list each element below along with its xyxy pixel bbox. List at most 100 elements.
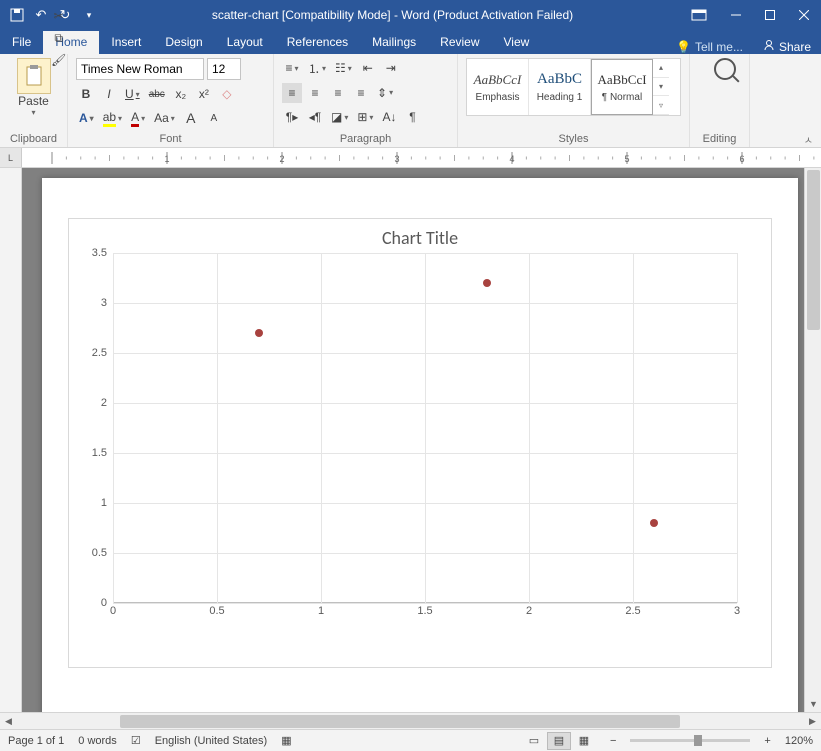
style-name: ¶ Normal [602,92,642,103]
tab-selector[interactable]: L [0,148,22,167]
show-marks-button[interactable]: ¶ [402,107,422,127]
qat-customize-icon[interactable]: ▾ [78,4,100,26]
y-tick: 1.5 [92,447,113,459]
shrink-font-button[interactable]: A [204,108,224,128]
italic-button[interactable]: I [99,84,119,104]
ruler-horizontal[interactable]: L 1234567 [0,148,821,168]
styles-gallery-more[interactable]: ▴▾▿ [653,59,669,115]
decrease-indent-button[interactable]: ⇤ [358,58,378,78]
web-layout-button[interactable]: ▦ [572,732,596,750]
vertical-scrollbar[interactable]: ▲ ▼ [804,168,821,712]
justify-button[interactable]: ≡ [351,83,371,103]
spellcheck-icon[interactable]: ☑ [131,734,141,747]
borders-button[interactable]: ⊞ [354,107,376,127]
window-controls [719,0,821,30]
cut-button[interactable]: ✂ [48,6,69,26]
subscript-button[interactable]: x₂ [171,84,191,104]
read-mode-button[interactable]: ▭ [522,732,546,750]
numbering-button[interactable]: ⒈ [305,58,329,78]
tab-file[interactable]: File [0,31,43,54]
x-tick: 1 [318,605,324,617]
document-viewport[interactable]: Chart Title 00.511.522.5300.511.522.533.… [22,168,821,712]
change-case-button[interactable]: Aa [151,108,178,128]
align-right-button[interactable]: ≡ [328,83,348,103]
font-name-combo[interactable]: Times New Roman [76,58,204,80]
scroll-right-icon[interactable]: ▶ [804,713,821,730]
tab-insert[interactable]: Insert [99,31,153,54]
tab-mailings[interactable]: Mailings [360,31,428,54]
align-left-button[interactable]: ≡ [282,83,302,103]
shading-button[interactable]: ◪ [328,107,351,127]
tab-layout[interactable]: Layout [215,31,275,54]
strikethrough-button[interactable]: abc [146,84,168,104]
close-button[interactable] [787,0,821,30]
multilevel-button[interactable]: ☷ [332,58,355,78]
ribbon-display-options-icon[interactable] [679,0,719,30]
bullets-button[interactable]: ≡ [282,58,302,78]
style-emphasis[interactable]: AaBbCcI Emphasis [467,59,529,115]
format-painter-button[interactable]: 🖌 [48,50,69,70]
zoom-in-button[interactable]: + [764,735,770,747]
scroll-thumb-h[interactable] [120,715,680,728]
align-center-button[interactable]: ≡ [305,83,325,103]
font-size-combo[interactable]: 12 [207,58,241,80]
group-clipboard-label: Clipboard [8,132,59,145]
clear-formatting-button[interactable]: ◇ [217,84,237,104]
tell-me-search[interactable]: 💡 Tell me... [666,40,753,54]
text-effects-button[interactable]: A [76,108,97,128]
tab-design[interactable]: Design [153,31,214,54]
ltr-button[interactable]: ¶▸ [282,107,302,127]
bold-button[interactable]: B [76,84,96,104]
macro-icon[interactable]: ▦ [281,734,291,747]
font-color-button[interactable]: A [128,108,148,128]
data-point[interactable] [650,519,658,527]
document-page[interactable]: Chart Title 00.511.522.5300.511.522.533.… [42,178,798,712]
line-spacing-button[interactable]: ⇕ [374,83,396,103]
style-heading1[interactable]: AaBbC Heading 1 [529,59,591,115]
minimize-button[interactable] [719,0,753,30]
group-editing-label: Editing [698,132,741,145]
style-preview: AaBbCcI [474,72,522,88]
maximize-button[interactable] [753,0,787,30]
zoom-level[interactable]: 120% [785,735,813,747]
styles-gallery[interactable]: AaBbCcI Emphasis AaBbC Heading 1 AaBbCcI… [466,58,681,116]
increase-indent-button[interactable]: ⇥ [381,58,401,78]
status-language[interactable]: English (United States) [155,735,268,747]
share-button[interactable]: Share [753,39,821,54]
style-normal[interactable]: AaBbCcI ¶ Normal [591,59,653,115]
share-label: Share [779,40,811,54]
scroll-thumb[interactable] [807,170,820,330]
print-layout-button[interactable]: ▤ [547,732,571,750]
scroll-down-icon[interactable]: ▼ [805,695,821,712]
group-paragraph-label: Paragraph [282,132,449,145]
zoom-slider-knob[interactable] [694,735,702,746]
superscript-button[interactable]: x² [194,84,214,104]
title-bar: ↶ ↻ ▾ scatter-chart [Compatibility Mode]… [0,0,821,30]
tab-review[interactable]: Review [428,31,491,54]
grow-font-button[interactable]: A [181,108,201,128]
find-button[interactable] [698,58,752,80]
zoom-slider[interactable] [630,739,750,742]
save-icon[interactable] [6,4,28,26]
collapse-ribbon-icon[interactable]: ㅅ [804,132,813,147]
horizontal-scrollbar[interactable]: ◀ ▶ [0,712,821,729]
view-buttons: ▭ ▤ ▦ [522,732,596,750]
underline-button[interactable]: U [122,84,143,104]
zoom-out-button[interactable]: − [610,735,616,747]
rtl-button[interactable]: ◂¶ [305,107,325,127]
highlight-button[interactable]: ab [100,108,125,128]
copy-button[interactable]: ⧉ [48,28,69,48]
chart-plot-area[interactable]: 00.511.522.5300.511.522.533.5 [113,253,751,623]
chart-title[interactable]: Chart Title [69,219,771,253]
sort-button[interactable]: A↓ [379,107,399,127]
tab-view[interactable]: View [492,31,542,54]
svg-text:1: 1 [164,154,169,164]
data-point[interactable] [255,329,263,337]
ruler-vertical[interactable] [0,168,22,712]
tab-references[interactable]: References [275,31,360,54]
scroll-left-icon[interactable]: ◀ [0,713,17,730]
chart-object[interactable]: Chart Title 00.511.522.5300.511.522.533.… [68,218,772,668]
data-point[interactable] [483,279,491,287]
status-words[interactable]: 0 words [78,735,117,747]
status-page[interactable]: Page 1 of 1 [8,735,64,747]
